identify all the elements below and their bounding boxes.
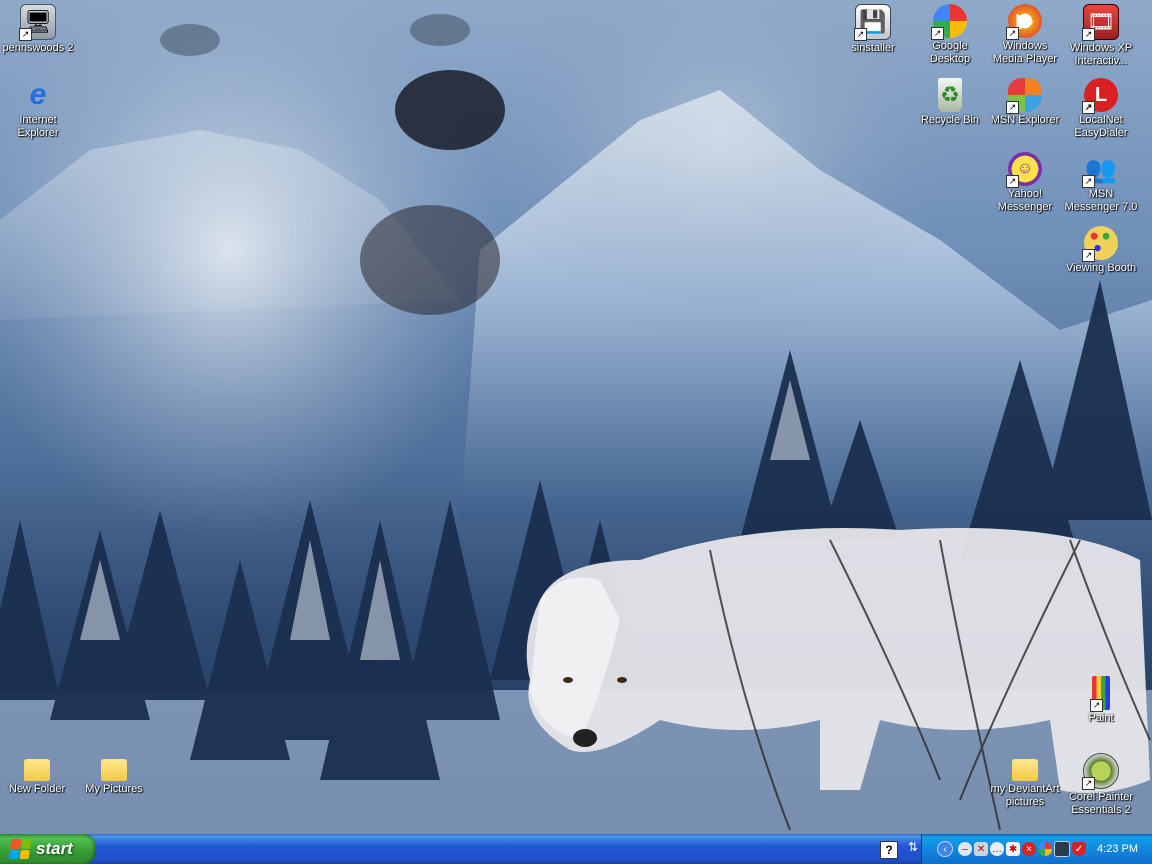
- desktop-icon-google-desktop[interactable]: ↗ Google Desktop: [913, 4, 987, 66]
- internet-explorer-icon: e: [29, 78, 47, 111]
- localnet-icon: L ↗: [1082, 78, 1118, 114]
- film-icon: 🎞 ↗: [1082, 4, 1119, 41]
- folder-icon: [101, 759, 127, 781]
- speech-bubble-icon[interactable]: …: [990, 842, 1005, 856]
- minus-circle-icon[interactable]: –: [958, 842, 973, 856]
- desktop-icon-label: sinstaller: [851, 42, 895, 54]
- desktop-icon-msn-explorer[interactable]: ↗ MSN Explorer: [988, 78, 1062, 127]
- desktop-icon-yahoo-messenger[interactable]: ☺ ↗ Yahoo! Messenger: [988, 152, 1062, 214]
- desktop-icon-label: Paint: [1088, 712, 1114, 724]
- desktop-icon-label: Windows XP Interactiv...: [1069, 42, 1133, 67]
- msn-butterfly-icon: ↗: [1006, 78, 1042, 114]
- desktop-icon-localnet-easydialer[interactable]: L ↗ LocalNet EasyDialer: [1064, 78, 1138, 140]
- no-entry-icon[interactable]: ×: [1022, 842, 1037, 856]
- desktop-icon-my-pictures[interactable]: My Pictures: [77, 753, 151, 796]
- desktop-icon-label: my DeviantArt pictures: [990, 783, 1060, 808]
- desktop-icon-my-deviantart-pictures[interactable]: my DeviantArt pictures: [988, 753, 1062, 809]
- desktop: 🖥 ↗ pennswoods 2 e Internet Explorer New …: [0, 0, 1152, 834]
- desktop-icon-sinstaller[interactable]: 💾 ↗ sinstaller: [836, 4, 910, 55]
- folder-icon: [24, 759, 50, 781]
- desktop-icon-corel-painter-essentials-2[interactable]: ↗ Corel Painter Essentials 2: [1064, 753, 1138, 817]
- clock[interactable]: 4:23 PM: [1097, 843, 1138, 855]
- network-x-icon[interactable]: ✕: [974, 842, 989, 856]
- google-icon[interactable]: [1038, 842, 1053, 856]
- corel-painter-icon: ↗: [1082, 753, 1119, 790]
- help-icon[interactable]: ?: [880, 841, 898, 859]
- desktop-icon-label: Yahoo! Messenger: [997, 188, 1053, 213]
- chevron-left-icon[interactable]: ‹: [937, 841, 954, 857]
- desktop-icon-label: New Folder: [8, 783, 66, 795]
- desktop-icon-viewing-booth[interactable]: ↗ Viewing Booth: [1064, 226, 1138, 275]
- google-desktop-icon: ↗: [931, 4, 967, 40]
- desktop-icon-label: Internet Explorer: [17, 114, 59, 139]
- desktop-icon-label: Corel Painter Essentials 2: [1068, 791, 1134, 816]
- recycle-bin-icon: ♻: [938, 78, 962, 112]
- system-tray: ‹ – ✕ … ✱ × ✓ 4:23 PM: [921, 834, 1152, 864]
- desktop-icon-label: Recycle Bin: [920, 114, 980, 126]
- desktop-icon-msn-messenger[interactable]: 👥 ↗ MSN Messenger 7.0: [1064, 152, 1138, 214]
- desktop-icon-recycle-bin[interactable]: ♻ Recycle Bin: [913, 78, 987, 127]
- desktop-icon-label: Windows Media Player: [992, 40, 1058, 65]
- network-computer-icon: 🖥 ↗: [19, 4, 56, 41]
- msn-messenger-icon: 👥 ↗: [1082, 152, 1118, 188]
- desktop-icon-paint[interactable]: ↗ Paint: [1064, 676, 1138, 725]
- palette-icon: ↗: [1082, 226, 1118, 262]
- start-label: start: [36, 839, 73, 858]
- network-transfer-icon[interactable]: ⇅: [905, 840, 921, 858]
- yahoo-messenger-icon: ☺ ↗: [1006, 152, 1042, 188]
- desktop-icon-label: Viewing Booth: [1065, 262, 1137, 274]
- shield-icon[interactable]: ✓: [1072, 842, 1087, 856]
- desktop-icon-pennswoods-2[interactable]: 🖥 ↗ pennswoods 2: [1, 4, 75, 55]
- folder-icon: [1012, 759, 1038, 781]
- desktop-icon-internet-explorer[interactable]: e Internet Explorer: [1, 78, 75, 140]
- desktop-icon-label: MSN Messenger 7.0: [1064, 188, 1138, 213]
- antivirus-icon[interactable]: ✱: [1006, 842, 1021, 856]
- installer-icon: 💾 ↗: [854, 4, 891, 41]
- monitor-icon[interactable]: [1054, 841, 1071, 857]
- desktop-icon-label: LocalNet EasyDialer: [1074, 114, 1128, 139]
- taskbar: start ? ⇅ ‹ – ✕ … ✱ × ✓ 4:23 PM: [0, 834, 1152, 864]
- windows-logo-icon: [8, 839, 32, 859]
- media-player-icon: ▶ ↗: [1006, 4, 1042, 40]
- desktop-icon-windows-xp-interactive[interactable]: 🎞 ↗ Windows XP Interactiv...: [1064, 4, 1138, 68]
- start-button[interactable]: start: [0, 834, 96, 864]
- desktop-icon-label: My Pictures: [85, 783, 143, 795]
- desktop-icon-label: MSN Explorer: [990, 114, 1060, 126]
- desktop-icon-new-folder[interactable]: New Folder: [0, 753, 74, 796]
- desktop-icon-windows-media-player[interactable]: ▶ ↗ Windows Media Player: [988, 4, 1062, 66]
- desktop-icon-label: pennswoods 2: [2, 42, 74, 54]
- desktop-icon-label: Google Desktop: [929, 40, 971, 65]
- paint-icon: ↗: [1090, 676, 1110, 712]
